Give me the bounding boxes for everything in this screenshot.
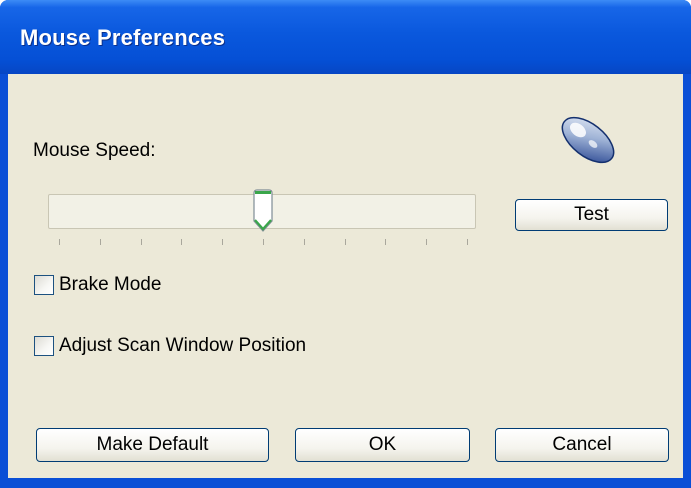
window-title: Mouse Preferences [20,25,226,50]
slider-tick [304,239,305,245]
slider-tick [141,239,142,245]
slider-tick [59,239,60,245]
brake-mode-label: Brake Mode [59,274,162,295]
ok-button[interactable]: OK [295,428,470,462]
slider-tick [345,239,346,245]
slider-tick [467,239,468,245]
adjust-scan-window-label: Adjust Scan Window Position [59,335,307,356]
slider-ticks [59,239,468,245]
slider-tick [222,239,223,245]
cancel-button[interactable]: Cancel [495,428,669,462]
brake-mode-option[interactable]: Brake Mode [34,274,161,296]
make-default-button[interactable]: Make Default [36,428,269,462]
slider-tick [385,239,386,245]
mouse-icon [561,116,615,164]
slider-tick [263,239,264,245]
mouse-speed-label: Mouse Speed: [33,140,156,161]
brake-mode-checkbox[interactable] [34,275,54,295]
test-button[interactable]: Test [515,199,668,231]
slider-tick [181,239,182,245]
slider-thumb-icon[interactable] [252,189,274,233]
window-bottom-border [0,478,691,488]
slider-tick [100,239,101,245]
adjust-scan-window-checkbox[interactable] [34,336,54,356]
adjust-scan-window-option[interactable]: Adjust Scan Window Position [34,335,306,357]
title-bar[interactable]: Mouse Preferences [0,0,691,74]
slider-tick [426,239,427,245]
mouse-preferences-window: Mouse Preferences Mouse Speed: Test Brak… [0,0,691,488]
